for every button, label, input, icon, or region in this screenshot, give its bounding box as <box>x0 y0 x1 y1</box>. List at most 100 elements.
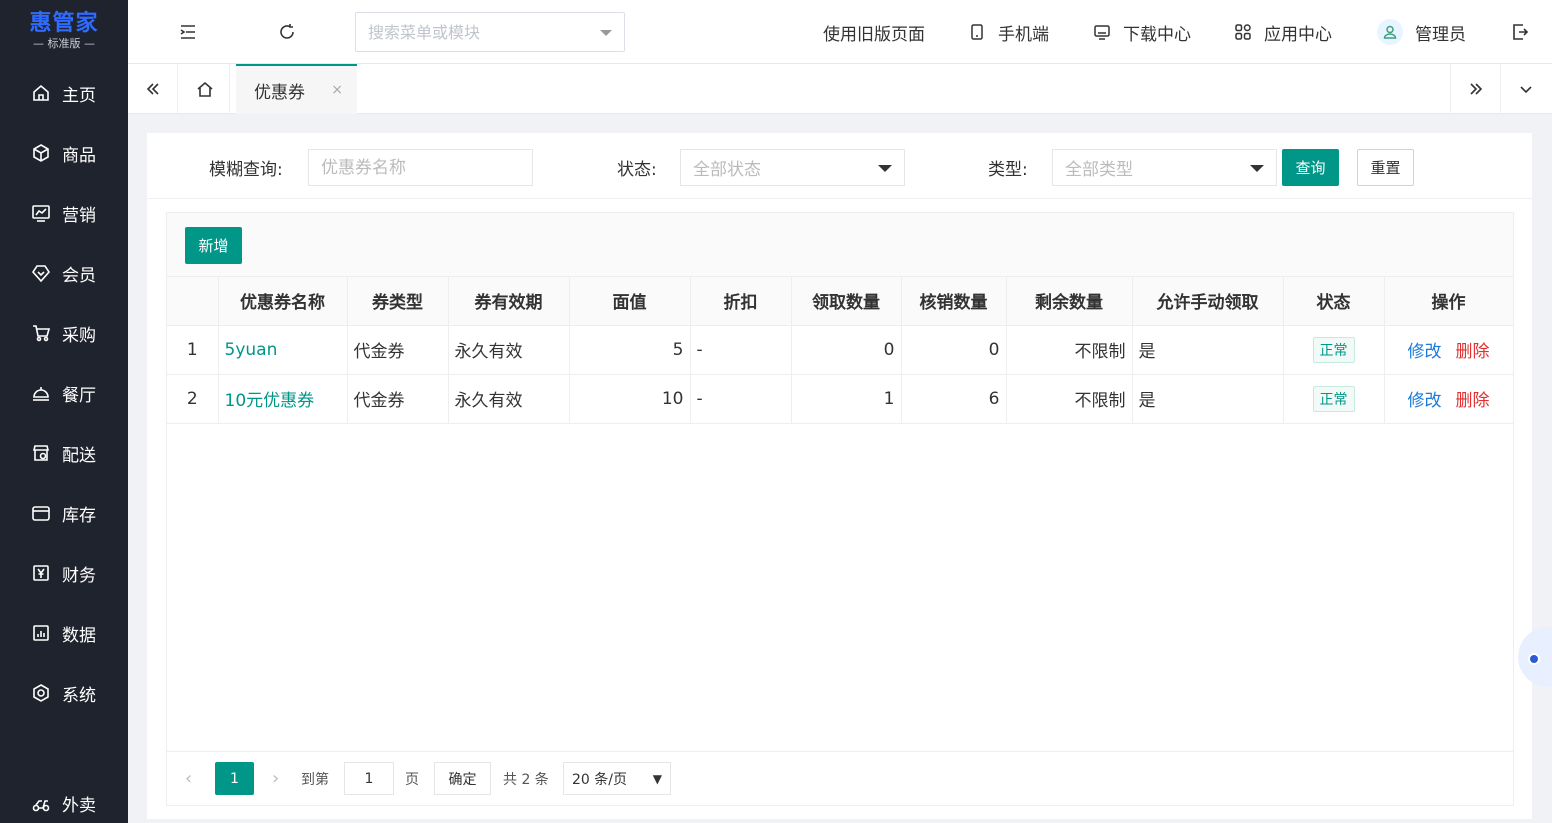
sidebar-item-finance[interactable]: 财务 <box>0 553 128 593</box>
user-icon <box>1383 25 1397 39</box>
redeemed-count: 0 <box>901 325 1007 375</box>
type-select[interactable]: 全部类型 <box>1052 149 1277 186</box>
column-header[interactable]: 核销数量 <box>901 277 1007 326</box>
dish-icon <box>30 382 52 404</box>
tab-coupons[interactable]: 优惠券 × <box>236 64 357 114</box>
logout-button[interactable] <box>1506 18 1534 46</box>
sidebar-item-restaurant[interactable]: 餐厅 <box>0 373 128 413</box>
goto-page-input[interactable]: 1 <box>344 762 394 795</box>
status-label: 状态: <box>617 160 657 180</box>
sidebar-item-label: 系统 <box>62 685 96 706</box>
home-icon <box>196 81 213 97</box>
indent-icon <box>180 25 195 39</box>
edit-link[interactable]: 修改 <box>1408 391 1442 411</box>
menu-search-input[interactable] <box>368 22 588 42</box>
column-header[interactable]: 领取数量 <box>791 277 902 326</box>
next-page-button[interactable]: › <box>272 762 279 795</box>
row-index: 1 <box>167 325 219 375</box>
type-label: 类型: <box>988 160 1028 180</box>
logo-text: 惠管家 <box>29 11 99 36</box>
discount: - <box>690 325 792 375</box>
close-icon[interactable]: × <box>331 82 343 98</box>
menu-search-select[interactable] <box>355 12 625 52</box>
refresh-icon <box>280 24 294 39</box>
column-header[interactable]: 券有效期 <box>448 277 570 326</box>
sidebar-item-label: 外卖 <box>62 795 96 816</box>
sidebar-item-takeout[interactable]: 外卖 <box>0 783 128 823</box>
sidebar-item-purchasing[interactable]: 采购 <box>0 313 128 353</box>
prev-page-button[interactable]: ‹ <box>185 762 192 795</box>
table-toolbar: 新增 <box>167 213 1513 277</box>
column-header[interactable]: 允许手动领取 <box>1132 277 1284 326</box>
coupon-name-link[interactable]: 5yuan <box>225 340 278 360</box>
column-header[interactable]: 券类型 <box>347 277 449 326</box>
query-button[interactable]: 查询 <box>1282 149 1339 186</box>
sidebar-item-label: 营销 <box>62 205 96 226</box>
inventory-icon <box>30 502 52 524</box>
sidebar-item-members[interactable]: 会员 <box>0 253 128 293</box>
coupon-name-link[interactable]: 10元优惠券 <box>225 391 315 411</box>
scooter-icon <box>30 792 52 814</box>
goto-confirm-button[interactable]: 确定 <box>434 762 491 795</box>
remaining-count: 不限制 <box>1006 374 1133 424</box>
sidebar-item-system[interactable]: 系统 <box>0 673 128 713</box>
download-center-label: 下载中心 <box>1123 24 1191 45</box>
old-version-link[interactable]: 使用旧版页面 <box>823 18 925 46</box>
column-header[interactable]: 面值 <box>569 277 691 326</box>
user-name: 管理员 <box>1415 24 1466 45</box>
column-header[interactable]: 状态 <box>1283 277 1385 326</box>
tab-home[interactable] <box>180 64 230 114</box>
store-icon <box>30 442 52 464</box>
delete-link[interactable]: 删除 <box>1456 391 1490 411</box>
tabs-scroll-right-button[interactable] <box>1450 64 1500 114</box>
refresh-button[interactable] <box>273 18 301 46</box>
status-select[interactable]: 全部状态 <box>680 149 905 186</box>
total-count: 共 2 条 <box>503 771 549 788</box>
logo: 惠管家 — 标准版 — <box>0 0 128 62</box>
app-center-link[interactable]: 应用中心 <box>1234 18 1332 46</box>
status-badge: 正常 <box>1312 385 1355 412</box>
delete-link[interactable]: 删除 <box>1456 342 1490 362</box>
logout-icon <box>1513 24 1529 40</box>
sidebar-item-inventory[interactable]: 库存 <box>0 493 128 533</box>
column-header: 操作 <box>1384 277 1514 326</box>
redeemed-count: 6 <box>901 374 1007 424</box>
status-badge: 正常 <box>1312 336 1355 363</box>
tab-label: 优惠券 <box>254 82 305 103</box>
sidebar: 惠管家 — 标准版 — 主页 商品 营销 会员 采购 餐厅 配送 库存 财务 数… <box>0 0 128 823</box>
current-page[interactable]: 1 <box>215 762 254 795</box>
reset-button[interactable]: 重置 <box>1357 149 1414 186</box>
keyword-field[interactable] <box>308 149 533 186</box>
column-header[interactable]: 折扣 <box>690 277 792 326</box>
home-icon <box>30 82 52 104</box>
edit-link[interactable]: 修改 <box>1408 342 1442 362</box>
sidebar-item-home[interactable]: 主页 <box>0 73 128 113</box>
page-size-select[interactable]: 20 条/页 ▼ <box>563 762 671 795</box>
sidebar-item-label: 库存 <box>62 505 96 526</box>
monitor-icon <box>1094 25 1110 40</box>
column-header[interactable]: 剩余数量 <box>1006 277 1133 326</box>
column-header[interactable]: 优惠券名称 <box>218 277 348 326</box>
keyword-input[interactable] <box>321 157 521 178</box>
coupon-type: 代金券 <box>347 374 449 424</box>
settings-icon <box>30 682 52 704</box>
sidebar-item-data[interactable]: 数据 <box>0 613 128 653</box>
user-menu[interactable]: 管理员 <box>1377 18 1466 46</box>
sidebar-item-label: 采购 <box>62 325 96 346</box>
filter-bar: 模糊查询: 状态: 全部状态 类型: 全部类型 查询 重置 <box>147 133 1532 199</box>
double-chevron-left-icon <box>146 83 159 95</box>
caret-down-icon <box>1250 165 1264 172</box>
mobile-link[interactable]: 手机端 <box>968 18 1049 46</box>
sidebar-item-delivery[interactable]: 配送 <box>0 433 128 473</box>
add-coupon-button[interactable]: 新增 <box>185 227 242 264</box>
download-center-link[interactable]: 下载中心 <box>1093 18 1191 46</box>
tabs-menu-button[interactable] <box>1500 64 1550 114</box>
coupon-validity: 永久有效 <box>448 325 570 375</box>
sidebar-item-marketing[interactable]: 营销 <box>0 193 128 233</box>
type-select-value: 全部类型 <box>1065 160 1133 180</box>
collapse-menu-button[interactable] <box>174 18 202 46</box>
sidebar-item-products[interactable]: 商品 <box>0 133 128 173</box>
tabs-scroll-left-button[interactable] <box>128 64 178 114</box>
pagination: ‹ 1 › 到第 1 页 确定 共 2 条 20 条/页 ▼ <box>167 751 1513 806</box>
main-content: 模糊查询: 状态: 全部状态 类型: 全部类型 查询 重置 新增 <box>147 133 1532 819</box>
